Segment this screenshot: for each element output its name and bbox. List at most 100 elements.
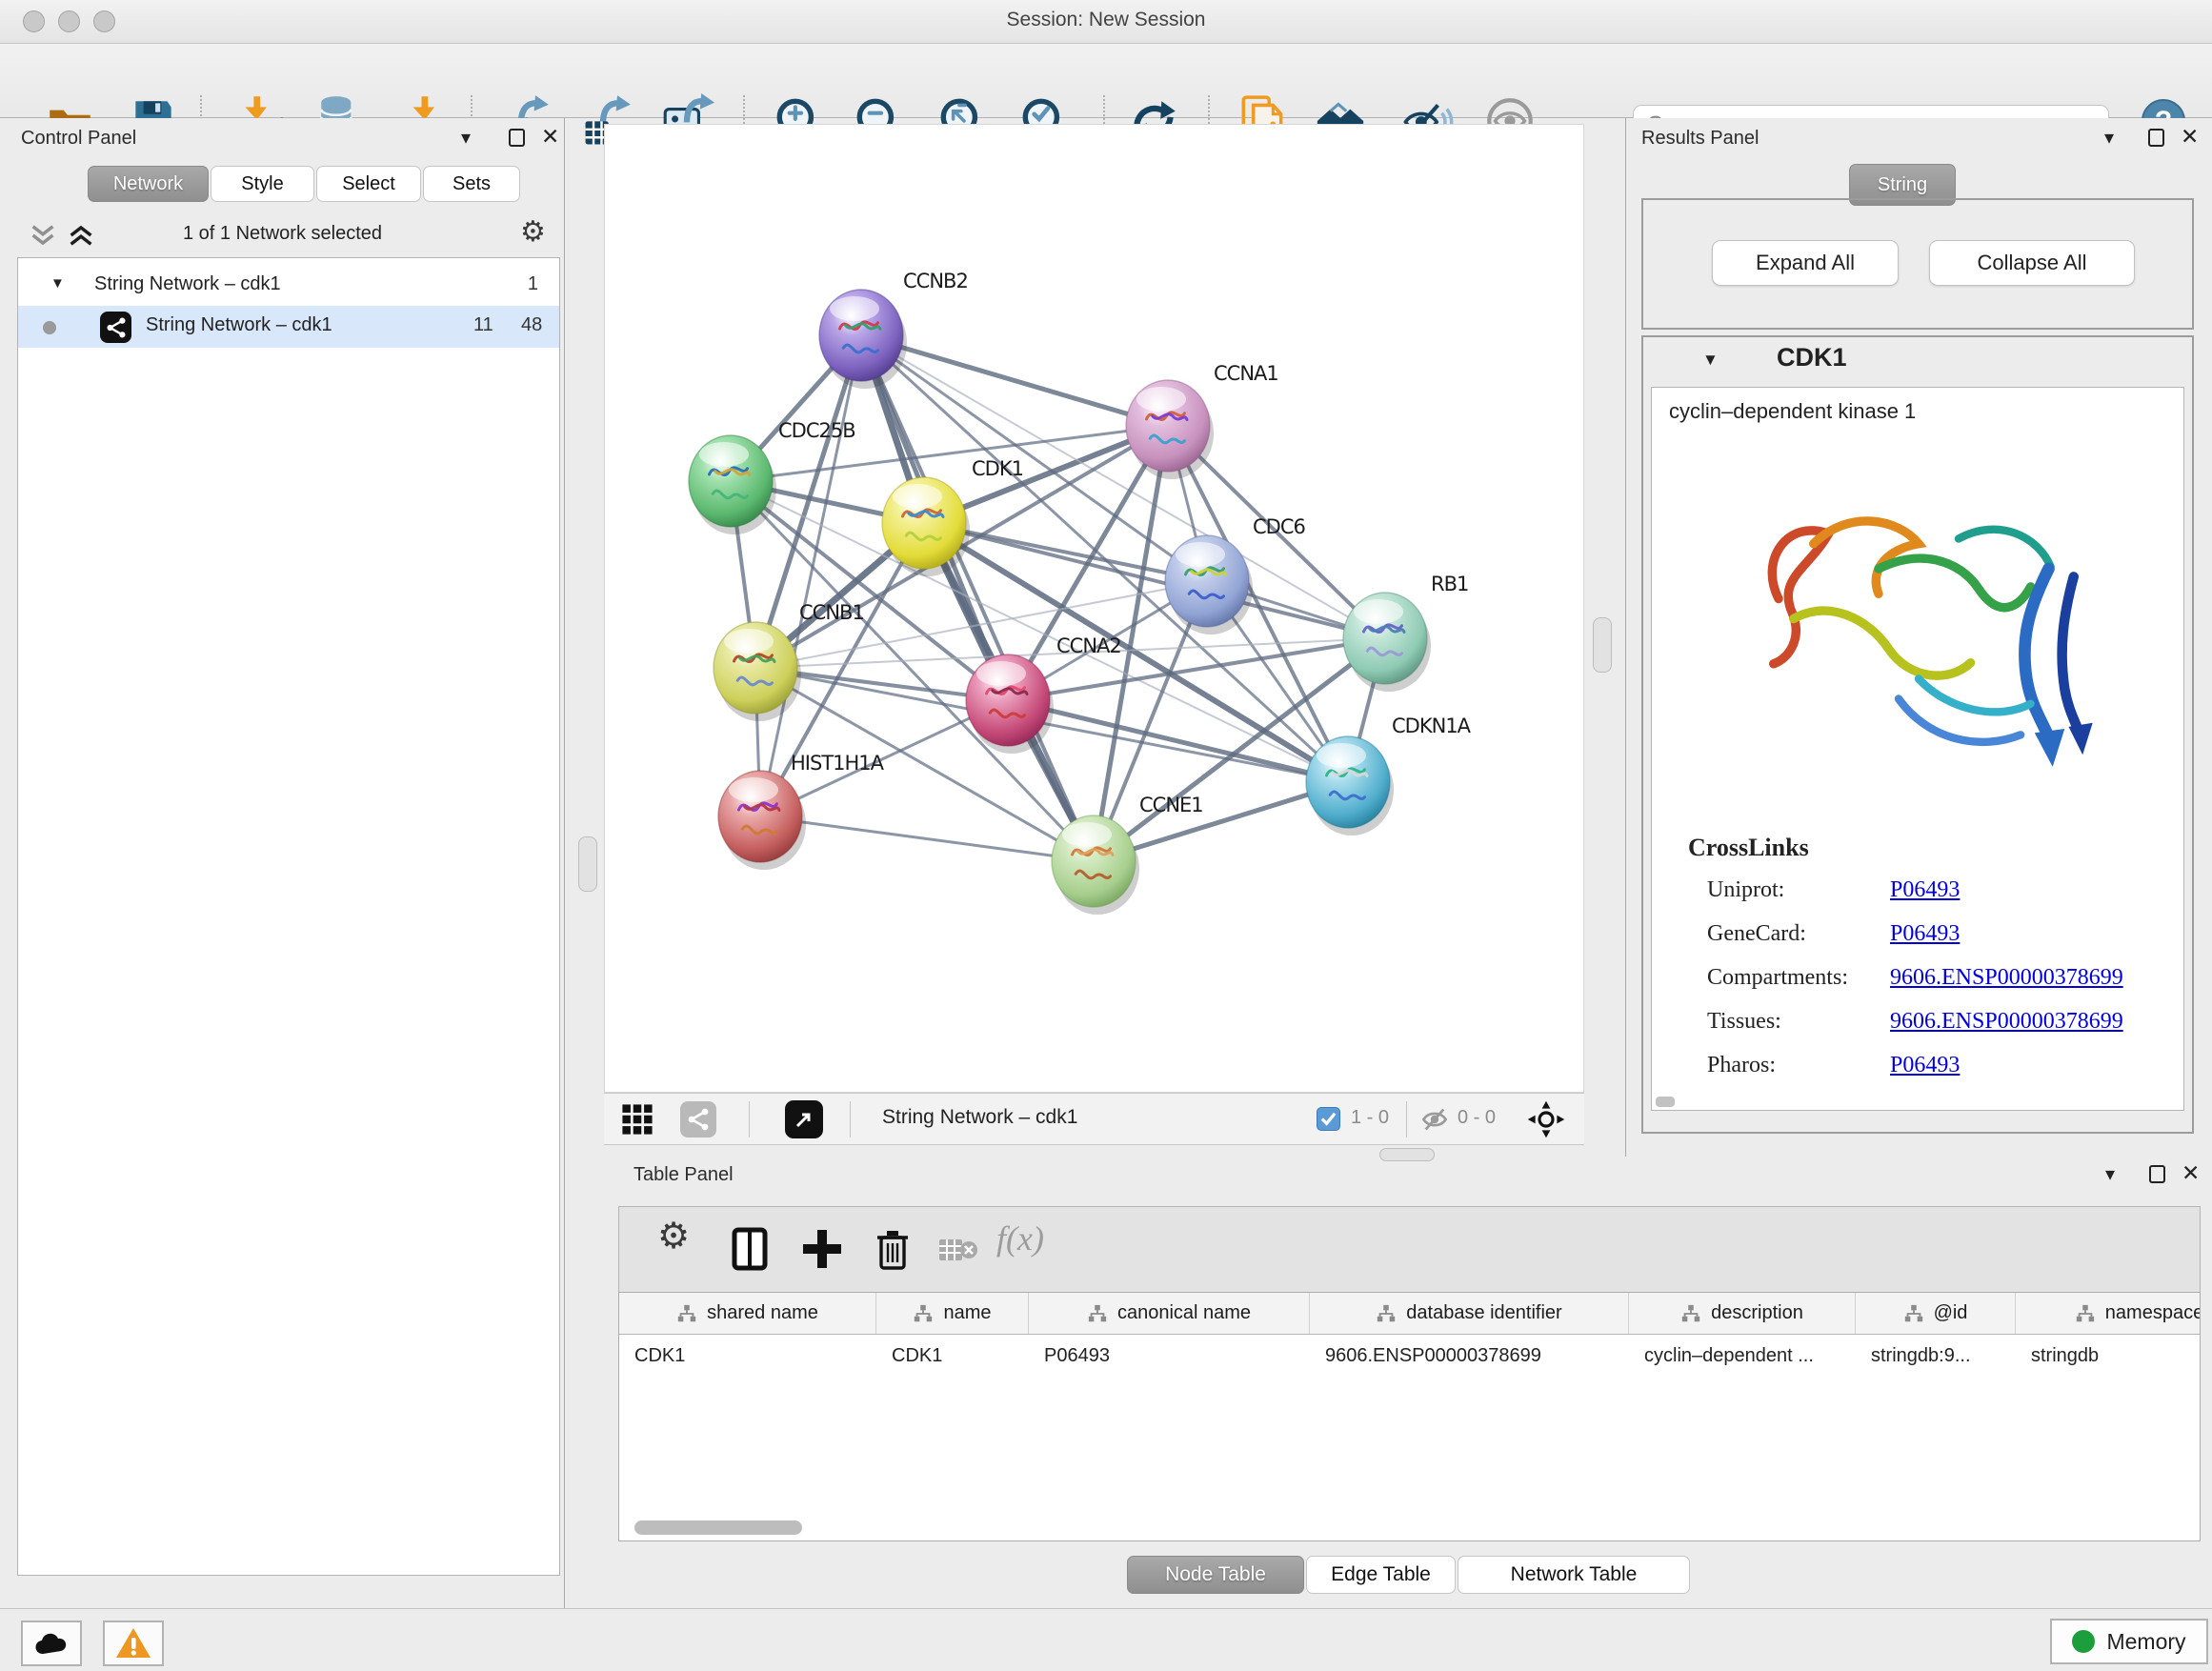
network-canvas[interactable]: CCNB2CCNA1CDC25BCDK1CDC6RB1CCNB1CCNA2CDK…: [604, 124, 1584, 1093]
network-node-CDK1[interactable]: CDK1: [882, 457, 1023, 576]
delete-column-icon[interactable]: [869, 1224, 916, 1274]
crosslinks-title: CrossLinks: [1688, 834, 1809, 862]
crosslink-value-link[interactable]: P06493: [1890, 877, 1960, 903]
crosslink-label: Uniprot:: [1707, 877, 1784, 902]
collection-caret-icon[interactable]: ▼: [50, 275, 65, 292]
node-label-HIST1H1A: HIST1H1A: [791, 752, 885, 775]
close-panel-icon[interactable]: ✕: [2181, 124, 2199, 150]
network-node-CDC6[interactable]: CDC6: [1165, 515, 1305, 634]
close-panel-icon[interactable]: ✕: [2182, 1160, 2200, 1186]
gene-details: cyclin–dependent kinase 1: [1651, 387, 2184, 1111]
collapse-all-button[interactable]: Collapse All: [1929, 240, 2135, 286]
edge-ccnb2-ccna1[interactable]: [861, 335, 1168, 426]
table-cell[interactable]: stringdb:9...: [1856, 1335, 2016, 1377]
add-column-icon[interactable]: [798, 1224, 846, 1274]
cloud-icon: [32, 1629, 70, 1658]
cloud-status-button[interactable]: [21, 1621, 82, 1666]
table-hscrollbar-thumb[interactable]: [634, 1520, 802, 1535]
separator: [850, 1101, 851, 1137]
column-header-description[interactable]: description: [1629, 1293, 1856, 1334]
table-panel-title: Table Panel: [633, 1164, 734, 1186]
column-header--id[interactable]: @id: [1856, 1293, 2016, 1334]
table-cell[interactable]: P06493: [1029, 1335, 1310, 1377]
main-toolbar: ?: [0, 44, 2212, 118]
table-cell[interactable]: stringdb: [2016, 1335, 2201, 1377]
crosslink-label: Compartments:: [1707, 965, 1848, 990]
collapse-panel-icon[interactable]: ▾: [2104, 126, 2114, 150]
network-node-HIST1H1A[interactable]: HIST1H1A: [718, 752, 885, 870]
edge-cdk1-rb1[interactable]: [924, 523, 1385, 638]
column-type-icon: [913, 1303, 934, 1324]
collapse-panel-icon[interactable]: ▾: [2105, 1162, 2115, 1186]
close-panel-icon[interactable]: ✕: [541, 124, 559, 150]
network-overview-icon[interactable]: [680, 1101, 716, 1137]
column-header-namespace[interactable]: namespace: [2016, 1293, 2201, 1334]
warning-status-button[interactable]: [103, 1621, 164, 1666]
crosslink-value-link[interactable]: P06493: [1890, 1053, 1960, 1078]
tab-network[interactable]: Network: [88, 166, 209, 202]
tab-edge-table[interactable]: Edge Table: [1306, 1556, 1456, 1594]
collapse-panel-icon[interactable]: ▾: [461, 126, 471, 150]
edge-ccna2-cdkn1a[interactable]: [1008, 700, 1348, 782]
edge-hist1h1a-ccne1[interactable]: [760, 816, 1094, 861]
network-tree: ▼ String Network – cdk1 1 String Network…: [17, 257, 560, 1576]
hidden-elements-eye-icon[interactable]: [1419, 1106, 1450, 1133]
gene-caret-icon[interactable]: ▼: [1702, 351, 1719, 370]
delete-table-icon[interactable]: [937, 1234, 979, 1266]
column-header-database-identifier[interactable]: database identifier: [1310, 1293, 1629, 1334]
network-row-selected[interactable]: String Network – cdk1 11 48: [18, 306, 559, 348]
network-node-CCNA1[interactable]: CCNA1: [1126, 362, 1278, 479]
network-options-gear-icon[interactable]: ⚙: [520, 215, 546, 249]
table-row[interactable]: CDK1CDK1P064939606.ENSP00000378699cyclin…: [619, 1335, 2200, 1377]
expand-all-button[interactable]: Expand All: [1712, 240, 1899, 286]
network-node-CCNE1[interactable]: CCNE1: [1052, 794, 1203, 915]
node-label-CCNB2: CCNB2: [903, 270, 968, 292]
center-view-crosshair-icon[interactable]: [1526, 1099, 1566, 1139]
left-splitter-handle[interactable]: [578, 836, 597, 892]
table-cell[interactable]: 9606.ENSP00000378699: [1310, 1335, 1629, 1377]
table-cell[interactable]: CDK1: [619, 1335, 876, 1377]
tab-network-table[interactable]: Network Table: [1458, 1556, 1690, 1594]
float-panel-icon[interactable]: [2148, 129, 2164, 147]
function-builder-icon[interactable]: f(x): [996, 1218, 1044, 1258]
show-columns-icon[interactable]: [726, 1224, 774, 1274]
table-options-gear-icon[interactable]: ⚙: [657, 1215, 690, 1257]
hidden-count: 0 - 0: [1458, 1107, 1496, 1129]
tab-select[interactable]: Select: [316, 166, 421, 202]
crosslink-value-link[interactable]: 9606.ENSP00000378699: [1890, 1009, 2123, 1035]
float-panel-icon[interactable]: [2149, 1165, 2165, 1183]
detach-view-icon[interactable]: [785, 1100, 823, 1138]
birds-eye-grid-icon[interactable]: [621, 1103, 654, 1136]
right-splitter-handle[interactable]: [1593, 617, 1612, 673]
network-collection-row[interactable]: ▼ String Network – cdk1 1: [18, 266, 559, 308]
column-header-shared-name[interactable]: shared name: [619, 1293, 876, 1334]
tab-sets[interactable]: Sets: [423, 166, 520, 202]
warning-icon: [114, 1626, 152, 1661]
edge-ccnb2-ccne1[interactable]: [861, 335, 1094, 861]
network-node-CDKN1A[interactable]: CDKN1A: [1306, 715, 1472, 836]
edge-ccnb2-hist1h1a[interactable]: [760, 335, 861, 816]
crosslink-label: Tissues:: [1707, 1009, 1781, 1034]
column-header-name[interactable]: name: [876, 1293, 1029, 1334]
node-label-CCNE1: CCNE1: [1139, 794, 1203, 816]
float-panel-icon[interactable]: [509, 129, 525, 147]
selected-nodes-checkbox[interactable]: [1317, 1107, 1340, 1131]
network-node-CCNB2[interactable]: CCNB2: [819, 270, 968, 389]
column-header-canonical-name[interactable]: canonical name: [1029, 1293, 1310, 1334]
memory-status-button[interactable]: Memory: [2050, 1619, 2208, 1664]
results-scrollbar-thumb[interactable]: [1656, 1097, 1675, 1107]
column-header-label: canonical name: [1117, 1302, 1251, 1324]
table-cell[interactable]: cyclin–dependent ...: [1629, 1335, 1856, 1377]
column-header-label: database identifier: [1406, 1302, 1561, 1324]
crosslink-value-link[interactable]: P06493: [1890, 921, 1960, 947]
network-node-RB1[interactable]: RB1: [1343, 573, 1468, 692]
network-label: String Network – cdk1: [146, 314, 332, 336]
column-header-label: @id: [1934, 1302, 1968, 1324]
tab-node-table[interactable]: Node Table: [1127, 1556, 1304, 1594]
crosslink-value-link[interactable]: 9606.ENSP00000378699: [1890, 965, 2123, 991]
network-node-CCNB1[interactable]: CCNB1: [714, 601, 864, 721]
separator: [749, 1101, 750, 1137]
tab-style[interactable]: Style: [211, 166, 314, 202]
table-cell[interactable]: CDK1: [876, 1335, 1029, 1377]
results-actions-box: Expand All Collapse All: [1641, 198, 2194, 330]
